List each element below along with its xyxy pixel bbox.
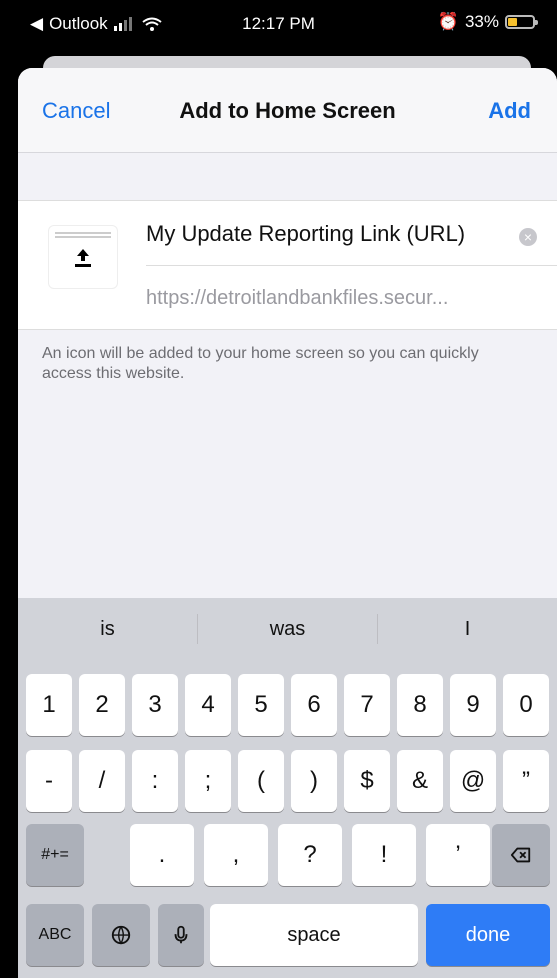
key-close-paren[interactable]: ) xyxy=(291,750,337,812)
alarm-icon: ⏰ xyxy=(437,12,459,31)
key-7[interactable]: 7 xyxy=(344,674,390,736)
delete-key[interactable] xyxy=(492,824,550,886)
key-5[interactable]: 5 xyxy=(238,674,284,736)
key-1[interactable]: 1 xyxy=(26,674,72,736)
key-open-paren[interactable]: ( xyxy=(238,750,284,812)
bookmark-form: My Update Reporting Link (URL) × https:/… xyxy=(18,200,557,330)
url-field: https://detroitlandbankfiles.secur... xyxy=(146,287,449,309)
page-title: Add to Home Screen xyxy=(179,98,396,123)
key-0[interactable]: 0 xyxy=(503,674,549,736)
key-slash[interactable]: / xyxy=(79,750,125,812)
key-ampersand[interactable]: & xyxy=(397,750,443,812)
battery-icon xyxy=(505,15,538,29)
status-right: ⏰ 33% xyxy=(437,12,538,32)
add-button[interactable]: Add xyxy=(488,98,531,124)
key-abc[interactable]: ABC xyxy=(26,904,84,966)
done-key[interactable]: done xyxy=(426,904,550,966)
name-input[interactable]: My Update Reporting Link (URL) xyxy=(146,221,486,247)
key-quote[interactable]: ” xyxy=(503,750,549,812)
key-9[interactable]: 9 xyxy=(450,674,496,736)
upload-icon xyxy=(75,249,91,267)
microphone-icon xyxy=(174,925,188,944)
keyboard: is was I 1 2 3 4 5 6 7 8 9 0 - / : ; ( )… xyxy=(18,598,557,978)
mic-key[interactable] xyxy=(158,904,204,966)
screen: ◀ Outlook 12:17 PM ⏰ 33% Cancel Add to H… xyxy=(0,0,557,978)
site-icon-preview xyxy=(48,225,118,289)
key-symbols[interactable]: #+= xyxy=(26,824,84,886)
preview-text-line xyxy=(55,232,111,234)
key-3[interactable]: 3 xyxy=(132,674,178,736)
key-question[interactable]: ? xyxy=(278,824,342,886)
key-comma[interactable]: , xyxy=(204,824,268,886)
suggestion-bar: is was I xyxy=(18,598,557,660)
key-semicolon[interactable]: ; xyxy=(185,750,231,812)
key-colon[interactable]: : xyxy=(132,750,178,812)
key-exclamation[interactable]: ! xyxy=(352,824,416,886)
globe-key[interactable] xyxy=(92,904,150,966)
key-dollar[interactable]: $ xyxy=(344,750,390,812)
clear-circle-icon[interactable]: × xyxy=(519,228,537,246)
key-4[interactable]: 4 xyxy=(185,674,231,736)
space-key[interactable]: space xyxy=(210,904,418,966)
key-6[interactable]: 6 xyxy=(291,674,337,736)
battery-fill xyxy=(508,18,517,26)
field-divider xyxy=(146,265,557,266)
key-dash[interactable]: - xyxy=(26,750,72,812)
status-bar: ◀ Outlook 12:17 PM ⏰ 33% xyxy=(0,0,557,48)
preview-text-line xyxy=(55,236,111,238)
suggestion-item[interactable]: was xyxy=(198,598,377,660)
key-apostrophe[interactable]: ’ xyxy=(426,824,490,886)
battery-percentage: 33% xyxy=(464,12,499,31)
nav-bar: Cancel Add to Home Screen Add xyxy=(18,68,557,153)
key-period[interactable]: . xyxy=(130,824,194,886)
key-8[interactable]: 8 xyxy=(397,674,443,736)
suggestion-item[interactable]: I xyxy=(378,598,557,660)
key-at[interactable]: @ xyxy=(450,750,496,812)
info-text: An icon will be added to your home scree… xyxy=(42,345,479,382)
delete-backspace-icon xyxy=(510,847,531,863)
key-2[interactable]: 2 xyxy=(79,674,125,736)
suggestion-item[interactable]: is xyxy=(18,598,197,660)
globe-icon xyxy=(111,925,131,945)
